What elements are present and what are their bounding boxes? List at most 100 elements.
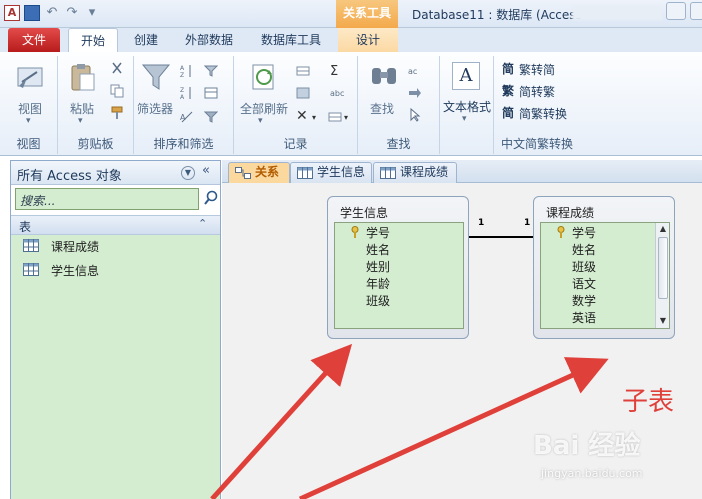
- group-clipboard: 粘贴 ▾ 剪贴板: [58, 56, 134, 154]
- field-item[interactable]: 语文: [572, 275, 596, 292]
- goto-icon[interactable]: [408, 86, 422, 100]
- relationship-line[interactable]: [469, 229, 535, 243]
- save-record-icon[interactable]: [296, 86, 310, 100]
- annotation-child-table-text: 子表: [622, 387, 675, 417]
- more-records-icon[interactable]: [328, 110, 342, 124]
- doc-tab-course-scores[interactable]: 课程成绩: [373, 162, 457, 183]
- primary-key-icon: [557, 226, 565, 238]
- paste-icon[interactable]: [66, 62, 98, 92]
- field-list[interactable]: 学号 姓名 姓别 年龄 班级: [334, 222, 464, 329]
- tab-design[interactable]: 设计: [338, 28, 398, 52]
- nav-item-label: 课程成绩: [51, 240, 100, 254]
- selection-filter-icon[interactable]: [204, 64, 218, 78]
- advanced-filter-icon[interactable]: [204, 86, 218, 100]
- navigation-pane: 所有 Access 对象 ▼ « 搜索... 表 ⌃ 课程成绩 学生信息: [10, 160, 221, 499]
- table-card-student-info[interactable]: 学生信息 学号 姓名 姓别 年龄 班级: [327, 196, 469, 339]
- field-item[interactable]: 姓名: [572, 241, 596, 258]
- scroll-down-icon[interactable]: ▼: [658, 316, 668, 325]
- nav-search-input[interactable]: 搜索...: [15, 188, 199, 210]
- minimize-button[interactable]: [666, 2, 686, 20]
- customize-qat-icon[interactable]: ▾: [84, 5, 100, 21]
- nav-item-label: 学生信息: [51, 264, 100, 278]
- svg-text:Z: Z: [180, 87, 184, 94]
- select-icon[interactable]: [408, 108, 422, 122]
- table-card-course-scores[interactable]: 课程成绩 学号 姓名 班级 语文 数学 英语 科学 ▲ ▼: [533, 196, 675, 339]
- field-item[interactable]: 学号: [366, 224, 390, 241]
- undo-icon[interactable]: ↶: [44, 5, 60, 21]
- tab-home[interactable]: 开始: [68, 28, 118, 52]
- filter-button-label[interactable]: 筛选器: [137, 100, 173, 117]
- nav-item-course-scores[interactable]: 课程成绩: [11, 235, 220, 257]
- sort-descending-icon[interactable]: ZA: [180, 86, 194, 100]
- field-item[interactable]: 班级: [366, 292, 390, 309]
- sort-ascending-icon[interactable]: AZ: [180, 64, 194, 78]
- spelling-icon[interactable]: abc: [330, 86, 344, 100]
- svg-text:A: A: [180, 94, 185, 100]
- ribbon: 视图 ▾ 视图 粘贴 ▾ 剪贴板 筛选器 AZ ZA A 排序和筛选 全部刷新 …: [0, 52, 702, 156]
- tab-file[interactable]: 文件: [8, 28, 60, 52]
- chinese-conversion-button[interactable]: 简 简繁转换: [502, 104, 567, 122]
- group-find-label: 查找: [386, 137, 411, 151]
- field-item[interactable]: 姓别: [366, 258, 390, 275]
- refresh-all-button-label[interactable]: 全部刷新: [240, 100, 288, 117]
- find-button-label[interactable]: 查找: [370, 100, 394, 117]
- watermark-brand: Bai 经验: [533, 431, 641, 461]
- new-record-icon[interactable]: [296, 64, 310, 78]
- nav-pane-collapse-icon[interactable]: «: [202, 163, 210, 178]
- find-binoculars-icon[interactable]: [368, 62, 400, 92]
- table-card-title[interactable]: 课程成绩: [546, 204, 594, 221]
- refresh-all-icon[interactable]: [248, 62, 280, 92]
- table-card-title[interactable]: 学生信息: [340, 204, 388, 221]
- scroll-up-icon[interactable]: ▲: [658, 224, 668, 233]
- field-item[interactable]: 班级: [572, 258, 596, 275]
- scroll-thumb[interactable]: [658, 237, 668, 299]
- doc-tab-student-info[interactable]: 学生信息: [290, 162, 372, 183]
- redo-icon[interactable]: ↷: [64, 5, 80, 21]
- field-list[interactable]: 学号 姓名 班级 语文 数学 英语 科学 ▲ ▼: [540, 222, 670, 329]
- group-sort-filter: 筛选器 AZ ZA A 排序和筛选: [134, 56, 234, 154]
- table-icon: [380, 167, 396, 179]
- tab-create[interactable]: 创建: [124, 28, 168, 52]
- field-item[interactable]: 英语: [572, 309, 596, 326]
- search-icon[interactable]: [203, 190, 219, 206]
- copy-icon[interactable]: [110, 84, 124, 98]
- traditional-to-simplified-button[interactable]: 简 繁转简: [502, 60, 555, 78]
- text-format-icon[interactable]: A: [452, 62, 480, 90]
- toggle-filter-icon[interactable]: [204, 110, 218, 124]
- group-find: 查找 ac 查找: [358, 56, 440, 154]
- field-item[interactable]: 科学: [572, 326, 596, 328]
- text-format-button-label[interactable]: 文本格式: [443, 98, 491, 115]
- tab-external-data[interactable]: 外部数据: [176, 28, 242, 52]
- doc-tab-relationships[interactable]: 关系: [228, 162, 290, 183]
- view-icon[interactable]: [15, 62, 47, 92]
- doc-tab-label: 关系: [255, 165, 280, 179]
- tab-database-tools[interactable]: 数据库工具: [250, 28, 332, 52]
- svg-text:A: A: [180, 65, 185, 72]
- field-item[interactable]: 姓名: [366, 241, 390, 258]
- field-item[interactable]: 学号: [572, 224, 596, 241]
- nav-pane-title[interactable]: 所有 Access 对象: [17, 165, 122, 184]
- delete-record-icon[interactable]: ✕: [296, 108, 308, 124]
- access-app-icon[interactable]: A: [4, 5, 20, 21]
- simplified-to-traditional-button[interactable]: 繁 简转繁: [502, 82, 555, 100]
- group-chinese-conversion-label: 中文简繁转换: [500, 137, 573, 151]
- nav-item-student-info[interactable]: 学生信息: [11, 259, 220, 281]
- replace-icon[interactable]: ac: [408, 64, 422, 78]
- field-item[interactable]: 年龄: [366, 275, 390, 292]
- format-painter-icon[interactable]: [110, 106, 124, 120]
- nav-section-tables[interactable]: 表 ⌃: [11, 215, 220, 235]
- clear-sort-icon[interactable]: A: [180, 110, 194, 124]
- cut-icon[interactable]: [110, 62, 124, 76]
- table-icon: [23, 263, 39, 276]
- totals-icon[interactable]: Σ: [330, 64, 338, 79]
- nav-pane-menu-icon[interactable]: ▼: [181, 166, 195, 180]
- view-button-label[interactable]: 视图: [18, 100, 42, 117]
- doc-tab-label: 学生信息: [317, 165, 366, 179]
- save-icon[interactable]: [24, 5, 40, 21]
- field-item[interactable]: 数学: [572, 292, 596, 309]
- maximize-button[interactable]: [690, 2, 702, 20]
- filter-icon[interactable]: [140, 62, 172, 92]
- field-list-scrollbar[interactable]: ▲ ▼: [655, 223, 669, 328]
- paste-button-label[interactable]: 粘贴: [70, 100, 94, 117]
- chevron-up-icon[interactable]: ⌃: [198, 217, 207, 230]
